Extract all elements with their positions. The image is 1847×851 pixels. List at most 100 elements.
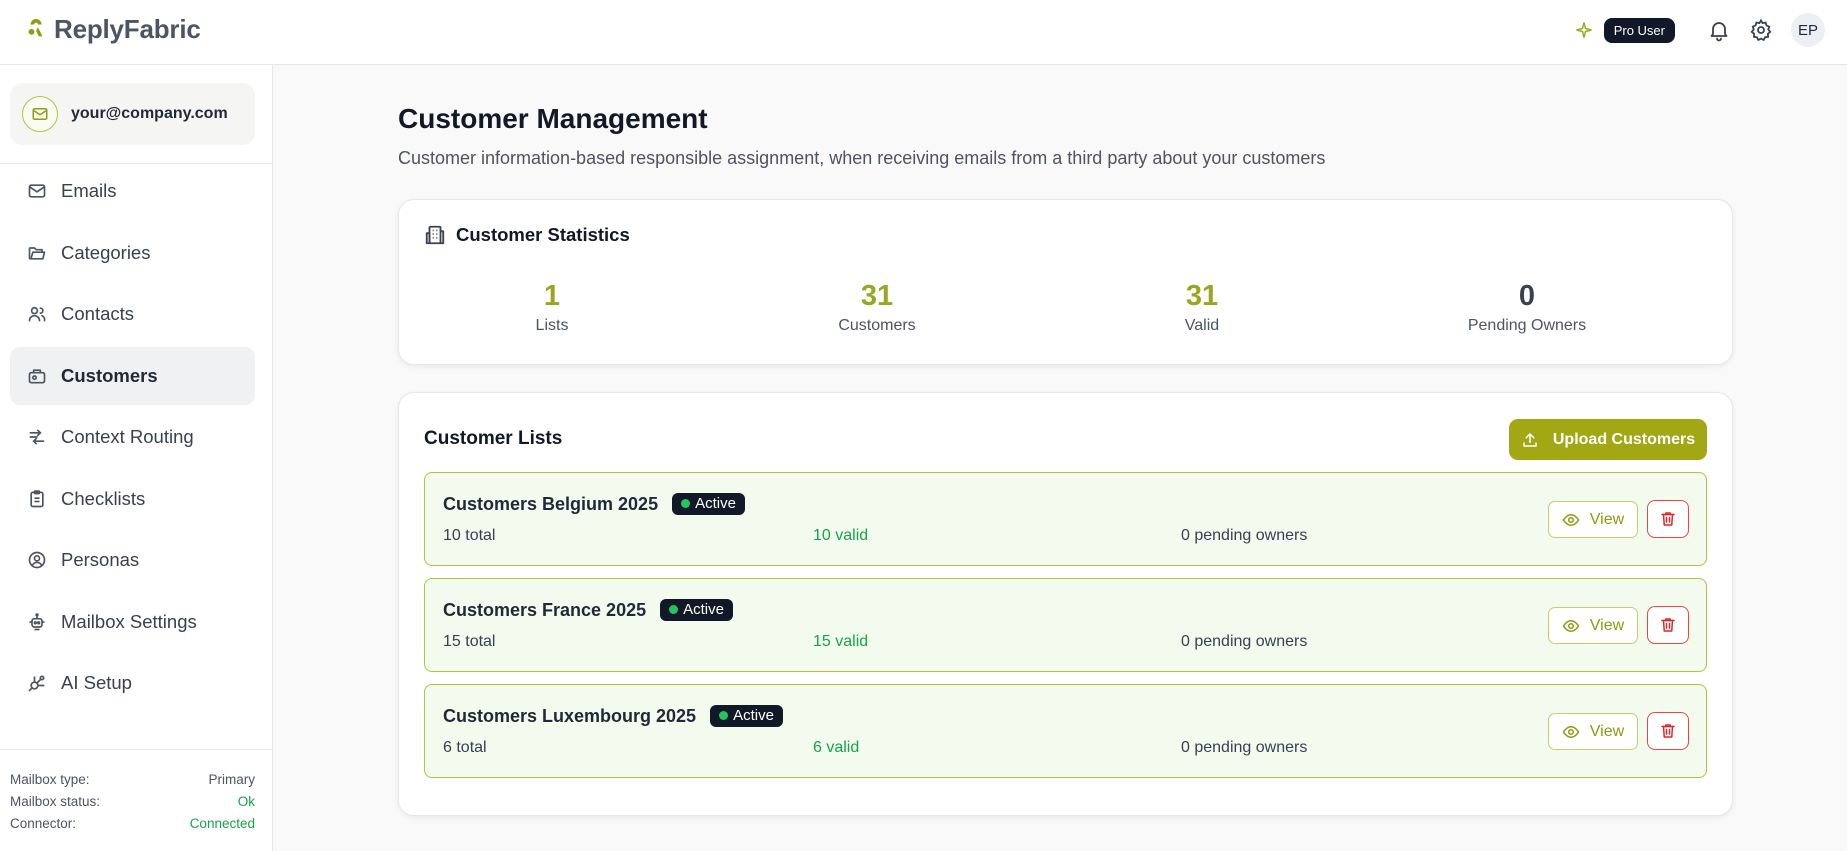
sidebar-item-customers[interactable]: Customers <box>10 346 255 405</box>
divider <box>0 749 273 750</box>
mail-icon <box>22 96 58 132</box>
sidebar-item-label: Customers <box>61 364 158 386</box>
persona-icon <box>28 551 46 569</box>
status-badge: Active <box>710 705 783 727</box>
bell-icon[interactable] <box>1707 18 1731 42</box>
lists-title: Customer Lists <box>424 428 563 449</box>
sidebar-item-personas[interactable]: Personas <box>10 531 255 589</box>
view-label: View <box>1589 616 1625 634</box>
view-label: View <box>1589 722 1625 740</box>
list-name: Customers France 2025 <box>443 599 647 620</box>
stat-value: 1 <box>543 280 561 312</box>
gear-icon[interactable] <box>1749 18 1773 42</box>
stats-title: Customer Statistics <box>456 224 630 245</box>
stat-value: 0 <box>1518 280 1536 312</box>
trash-icon <box>1661 618 1675 632</box>
sidebar-item-mailbox-settings[interactable]: Mailbox Settings <box>10 593 255 651</box>
view-button[interactable]: View <box>1548 713 1638 750</box>
sidebar-item-ai-setup[interactable]: AI Setup <box>10 654 255 712</box>
clipboard-icon <box>30 489 44 507</box>
mailbox-status-value: Ok <box>237 793 255 809</box>
list-item[interactable]: Customers Belgium 2025 Active 10 total 1… <box>424 472 1707 566</box>
eye-icon <box>1562 619 1580 632</box>
list-name: Customers Luxembourg 2025 <box>443 705 697 726</box>
status-dot <box>669 605 679 614</box>
stat-customers: 31 Customers <box>777 280 977 335</box>
list-pending: 0 pending owners <box>1181 527 1308 544</box>
sidebar-item-label: Personas <box>61 549 140 570</box>
sidebar-item-contacts[interactable]: Contacts <box>10 285 255 343</box>
sparkle-icon <box>1576 22 1592 38</box>
sidebar-item-label: Emails <box>61 180 117 201</box>
status-badge: Active <box>672 493 745 515</box>
status-label: Active <box>683 601 724 618</box>
page-subtitle: Customer information-based responsible a… <box>398 148 1326 168</box>
list-pending: 0 pending owners <box>1181 633 1308 650</box>
view-label: View <box>1589 510 1625 528</box>
account-switcher[interactable]: your@company.com <box>10 83 255 145</box>
stat-label: Customers <box>838 317 916 334</box>
sidebar-item-label: AI Setup <box>61 672 132 693</box>
brand-name: ReplyFabric <box>54 14 201 44</box>
brand-logo-icon <box>28 18 43 36</box>
trash-icon <box>1661 512 1675 526</box>
stat-valid: 31 Valid <box>1102 280 1302 335</box>
stat-label: Valid <box>1184 317 1220 334</box>
upload-label: Upload Customers <box>1552 430 1696 448</box>
status-dot <box>681 499 691 508</box>
delete-button[interactable] <box>1647 712 1689 750</box>
view-button[interactable]: View <box>1548 501 1638 538</box>
connector-label: Connector: <box>10 815 77 831</box>
sidebar-item-emails[interactable]: Emails <box>10 162 255 220</box>
main-content: Customer Management Customer information… <box>273 65 1847 851</box>
mail-icon <box>28 184 46 198</box>
upload-customers-button[interactable]: Upload Customers <box>1509 419 1707 460</box>
users-icon <box>28 306 46 322</box>
sidebar-item-checklists[interactable]: Checklists <box>10 470 255 528</box>
robot-icon <box>29 612 45 630</box>
folder-icon <box>28 246 46 260</box>
upload-icon <box>1523 432 1537 447</box>
stat-label: Lists <box>535 317 569 334</box>
stat-pending-owners: 0 Pending Owners <box>1427 280 1627 335</box>
list-item[interactable]: Customers Luxembourg 2025 Active 6 total… <box>424 684 1707 778</box>
connector-value: Connected <box>189 815 255 831</box>
sidebar-item-label: Context Routing <box>61 426 194 447</box>
status-dot <box>719 711 729 720</box>
page-title: Customer Management <box>398 103 708 134</box>
building-icon <box>425 225 445 245</box>
list-total: 6 total <box>443 739 487 756</box>
mailbox-status-label: Mailbox status: <box>10 793 101 809</box>
sidebar-item-label: Mailbox Settings <box>61 610 197 632</box>
brand[interactable]: ReplyFabric <box>26 14 201 45</box>
routing-icon <box>29 429 45 445</box>
stat-label: Pending Owners <box>1467 317 1587 334</box>
sidebar-nav: Emails Categories Contacts Customers Con… <box>10 162 255 716</box>
eye-icon <box>1562 513 1580 526</box>
view-button[interactable]: View <box>1548 607 1638 644</box>
delete-button[interactable] <box>1647 500 1689 538</box>
avatar[interactable]: EP <box>1791 13 1825 47</box>
customer-lists-card: Customer Lists Upload Customers Customer… <box>398 392 1733 816</box>
list-item[interactable]: Customers France 2025 Active 15 total 15… <box>424 578 1707 672</box>
trash-icon <box>1661 724 1675 738</box>
sidebar-item-label: Categories <box>61 241 151 263</box>
list-valid: 6 valid <box>813 739 860 756</box>
list-total: 10 total <box>443 527 496 544</box>
sidebar-item-categories[interactable]: Categories <box>10 224 255 282</box>
list-pending: 0 pending owners <box>1181 739 1308 756</box>
stat-value: 31 <box>1185 280 1219 312</box>
customer-statistics-card: Customer Statistics 1 Lists 31 Customers… <box>398 199 1733 365</box>
list-valid: 10 valid <box>813 527 869 544</box>
mailbox-type-value: Primary <box>208 771 256 787</box>
plan-badge: Pro User <box>1603 17 1675 43</box>
list-total: 15 total <box>443 633 496 650</box>
sidebar: your@company.com Emails Categories Conta… <box>0 65 273 851</box>
delete-button[interactable] <box>1647 606 1689 644</box>
sidebar-item-label: Checklists <box>61 487 146 509</box>
top-bar: ReplyFabric Pro User EP <box>0 0 1847 65</box>
sidebar-item-context-routing[interactable]: Context Routing <box>10 408 255 466</box>
sidebar-item-label: Contacts <box>61 303 135 324</box>
status-label: Active <box>695 495 736 512</box>
eye-icon <box>1562 725 1580 738</box>
